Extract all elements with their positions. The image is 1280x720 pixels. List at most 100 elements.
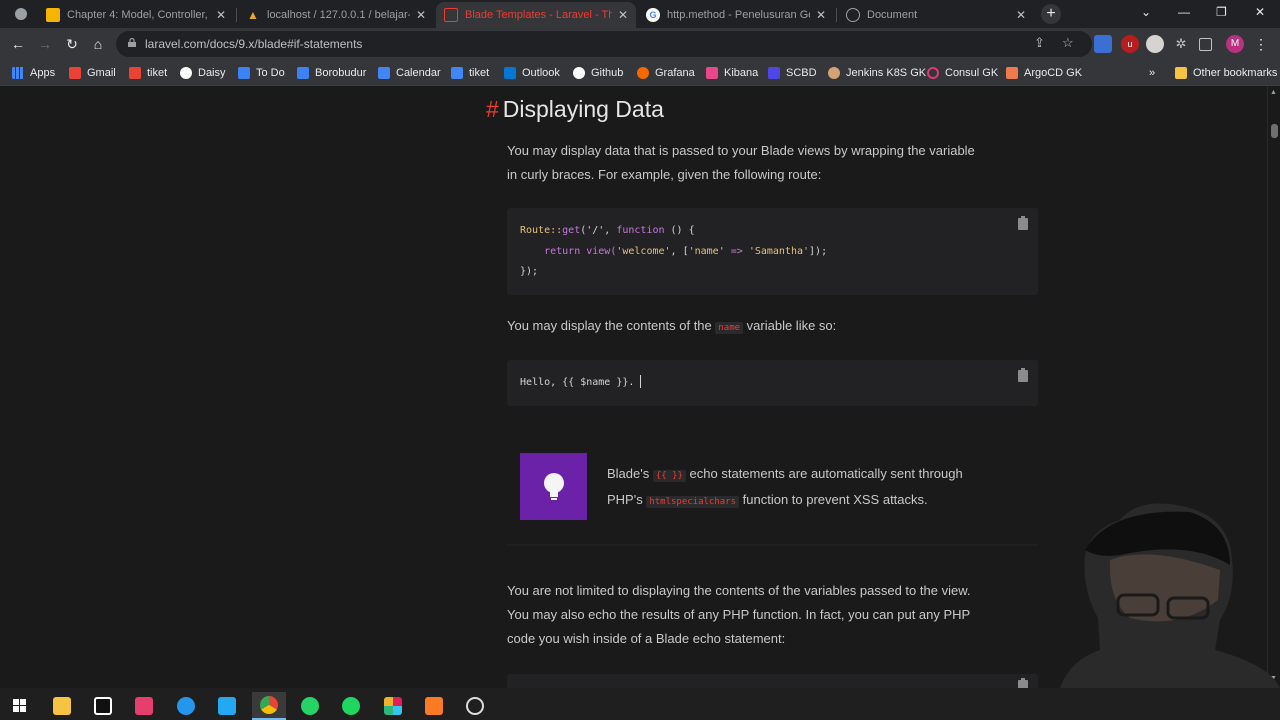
- bookmark-label: tiket: [147, 67, 168, 79]
- paragraph-line: You are not limited to displaying the co…: [507, 583, 971, 598]
- bookmark-consul[interactable]: Consul GK: [927, 64, 998, 82]
- start-button[interactable]: [3, 692, 37, 720]
- bookmark-borobudur[interactable]: Borobudur: [297, 64, 366, 82]
- restore-icon[interactable]: ❐: [1216, 5, 1227, 19]
- code-token: function: [616, 225, 665, 236]
- bookmark-grafana[interactable]: Grafana: [637, 64, 695, 82]
- callout-text: echo statements are automatically sent t…: [685, 466, 963, 481]
- slides-icon: [46, 8, 60, 22]
- taskbar-vscode[interactable]: [210, 692, 244, 720]
- xss-callout-text: Blade's {{ }} echo statements are automa…: [607, 462, 963, 514]
- taskbar-xampp[interactable]: [417, 692, 451, 720]
- copy-clipboard-icon[interactable]: [1018, 216, 1028, 230]
- bookmark-outlook[interactable]: Outlook: [504, 64, 560, 82]
- code-token: ('/',: [580, 225, 617, 236]
- bookmark-label: Calendar: [396, 67, 441, 79]
- more-menu-icon[interactable]: ⋮: [1252, 35, 1270, 53]
- heading-anchor-link[interactable]: #: [486, 96, 499, 122]
- taskbar-file-explorer[interactable]: [45, 692, 79, 720]
- tab-phpmyadmin[interactable]: ▲ localhost / 127.0.0.1 / belajar-lar ✕: [238, 2, 434, 28]
- taskbar-whatsapp[interactable]: [293, 692, 327, 720]
- close-icon[interactable]: ✕: [416, 8, 426, 22]
- bookmark-daisy[interactable]: Daisy: [180, 64, 226, 82]
- bookmark-calendar[interactable]: Calendar: [378, 64, 441, 82]
- taskbar-chrome[interactable]: [252, 692, 286, 720]
- extension-ublock-icon[interactable]: u: [1121, 35, 1139, 53]
- tab-blade-templates[interactable]: Blade Templates - Laravel - The P ✕: [436, 2, 636, 28]
- bookmark-label: Borobudur: [315, 67, 367, 79]
- tab-search-icon[interactable]: ⌄: [1141, 5, 1151, 19]
- back-button[interactable]: ←: [8, 34, 28, 54]
- address-bar[interactable]: laravel.com/docs/9.x/blade#if-statements…: [116, 31, 1092, 57]
- folder-icon: [53, 697, 71, 715]
- url-text[interactable]: laravel.com/docs/9.x/blade#if-statements: [145, 37, 362, 51]
- bookmark-tiket-2[interactable]: tiket: [451, 64, 489, 82]
- window-close-icon[interactable]: ✕: [1255, 5, 1265, 19]
- tab-http-method[interactable]: G http.method - Penelusuran Goo ✕: [638, 2, 834, 28]
- other-bookmarks[interactable]: Other bookmarks: [1175, 64, 1277, 82]
- close-icon[interactable]: ✕: [1016, 8, 1026, 22]
- tab-title: Chapter 4: Model, Controller, Vi: [67, 9, 210, 21]
- bookmark-jenkins[interactable]: Jenkins K8S GK: [828, 64, 926, 82]
- forward-button[interactable]: →: [35, 34, 55, 54]
- tab-chapter-4[interactable]: Chapter 4: Model, Controller, Vi ✕: [38, 2, 234, 28]
- profile-avatar[interactable]: M: [1226, 35, 1244, 53]
- extensions-puzzle-icon[interactable]: ✲: [1172, 35, 1190, 53]
- lightbulb-icon: [543, 472, 564, 500]
- consul-icon: [927, 67, 939, 79]
- bookmark-scbd[interactable]: SCBD: [768, 64, 817, 82]
- tab-document[interactable]: Document ✕: [838, 2, 1034, 28]
- bookmark-todo[interactable]: To Do: [238, 64, 285, 82]
- copy-clipboard-icon[interactable]: [1018, 678, 1028, 688]
- intro-paragraph: You may display data that is passed to y…: [507, 139, 975, 187]
- bookmark-star-icon[interactable]: ☆: [1062, 35, 1074, 51]
- bookmark-label: Daisy: [198, 67, 226, 79]
- windows-icon: [13, 699, 26, 712]
- bookmark-github[interactable]: Github: [573, 64, 623, 82]
- scroll-up-arrow-icon[interactable]: ▲: [1270, 89, 1277, 96]
- bookmark-label: SCBD: [786, 67, 817, 79]
- github-icon: [573, 67, 585, 79]
- close-icon[interactable]: ✕: [216, 8, 226, 22]
- code-line: Hello, {{ $name }}.: [520, 377, 635, 388]
- copy-clipboard-icon[interactable]: [1018, 368, 1028, 382]
- code-line: });: [520, 266, 539, 277]
- side-panel-icon[interactable]: [1199, 38, 1212, 51]
- chrome-menu-dot[interactable]: [15, 8, 27, 20]
- bookmark-label: Jenkins K8S GK: [846, 67, 927, 79]
- code-token: get: [562, 225, 581, 236]
- reload-button[interactable]: ↻: [62, 34, 82, 54]
- bookmarks-overflow-button[interactable]: »: [1149, 64, 1155, 82]
- scrollbar-thumb[interactable]: [1271, 124, 1278, 138]
- apps-grid-icon: [12, 67, 24, 79]
- home-button[interactable]: ⌂: [88, 34, 108, 54]
- close-icon[interactable]: ✕: [816, 8, 826, 22]
- taskbar-obs[interactable]: [458, 692, 492, 720]
- new-tab-button[interactable]: +: [1041, 4, 1061, 24]
- bookmark-argocd[interactable]: ArgoCD GK: [1006, 64, 1082, 82]
- taskbar-slack[interactable]: [376, 692, 410, 720]
- tab-title: Blade Templates - Laravel - The P: [465, 9, 612, 21]
- code-line: Route::get('/', function () {: [520, 225, 695, 236]
- minimize-icon[interactable]: —: [1178, 5, 1190, 19]
- inline-code: {{ }}: [652, 470, 686, 482]
- taskbar-spotify[interactable]: [334, 692, 368, 720]
- obs-icon: [466, 697, 484, 715]
- taskbar-phpstorm[interactable]: [86, 692, 120, 720]
- bookmark-kibana[interactable]: Kibana: [706, 64, 758, 82]
- bookmark-apps[interactable]: Apps: [12, 64, 55, 82]
- phpstorm-icon: [94, 697, 112, 715]
- extension-avatar-icon[interactable]: [1146, 35, 1164, 53]
- share-icon[interactable]: ⇪: [1034, 35, 1045, 51]
- taskbar-jetbrains[interactable]: [127, 692, 161, 720]
- slack-icon: [384, 697, 402, 715]
- bookmark-tiket[interactable]: tiket: [129, 64, 167, 82]
- grafana-icon: [637, 67, 649, 79]
- paragraph-line: in curly braces. For example, given the …: [507, 167, 822, 182]
- close-icon[interactable]: ✕: [618, 8, 628, 22]
- taskbar-docker[interactable]: [169, 692, 203, 720]
- name-variable-paragraph: You may display the contents of the name…: [507, 314, 836, 340]
- bookmark-gmail[interactable]: Gmail: [69, 64, 116, 82]
- callout-text: PHP's: [607, 492, 647, 507]
- extension-shield-icon[interactable]: [1094, 35, 1112, 53]
